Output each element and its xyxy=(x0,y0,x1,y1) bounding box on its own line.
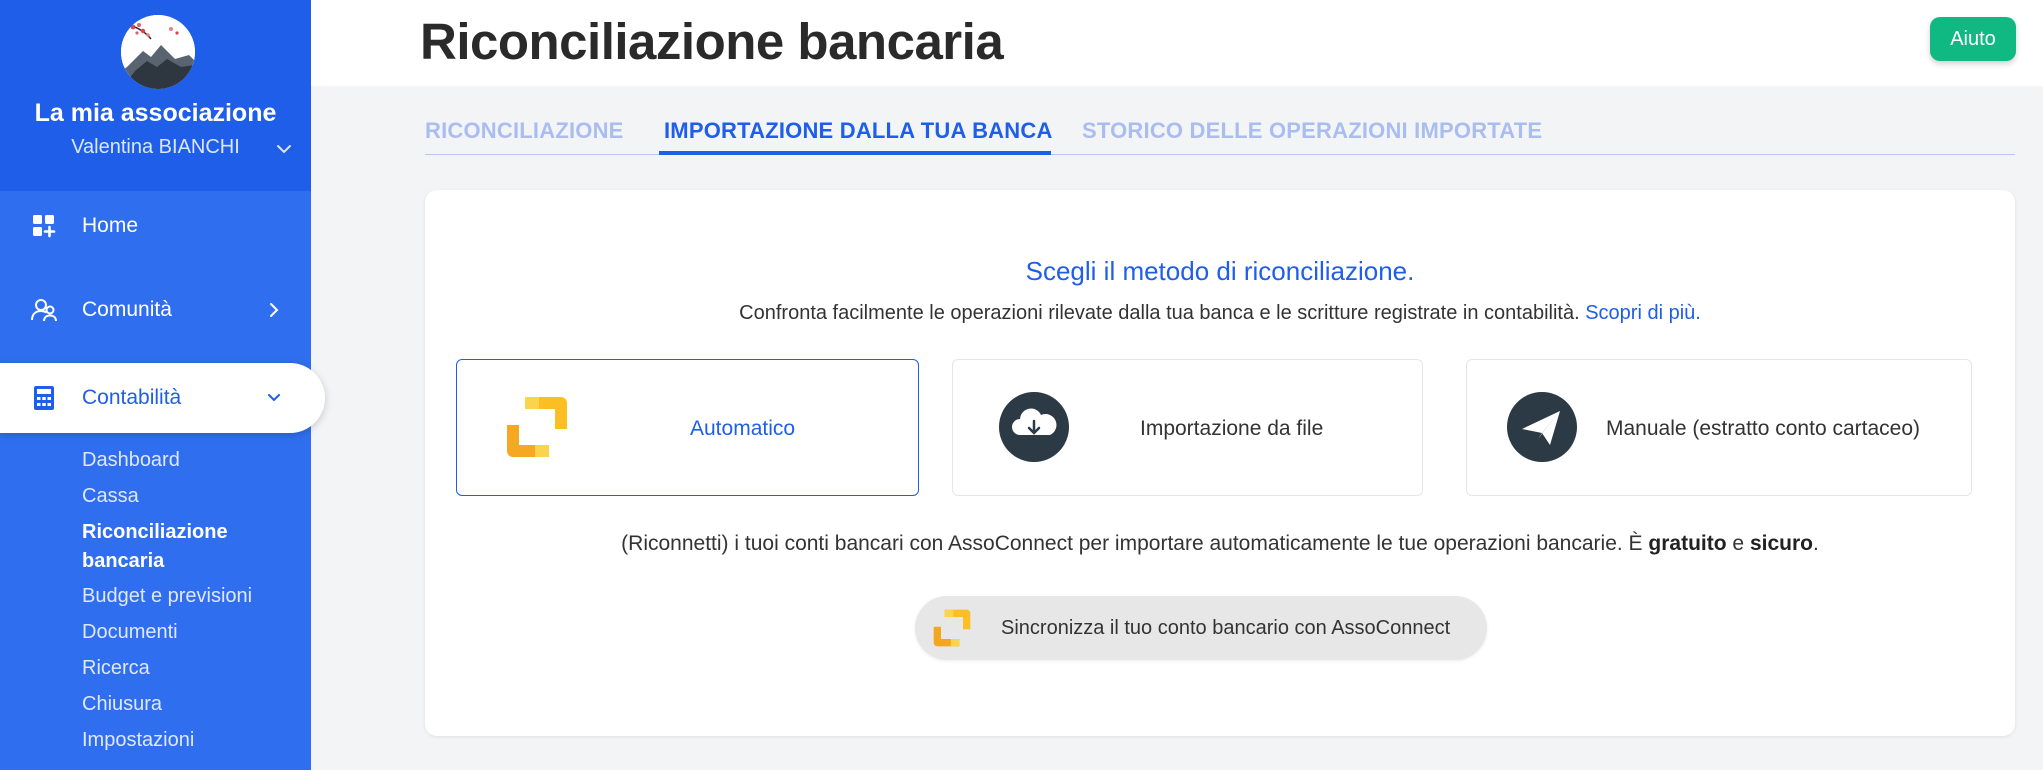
method-automatico-label: Automatico xyxy=(690,416,796,440)
submenu-item-budget[interactable]: Budget e previsioni xyxy=(82,582,252,611)
method-manuale[interactable]: Manuale (estratto conto cartaceo) xyxy=(1466,359,1972,496)
submenu-item-riconciliazione[interactable]: Riconciliazione xyxy=(82,518,228,547)
chevron-down-icon xyxy=(268,394,280,402)
help-button[interactable]: Aiuto xyxy=(1930,17,2016,61)
description-bold-free: gratuito xyxy=(1648,532,1727,555)
submenu-item-chiusura[interactable]: Chiusura xyxy=(82,690,162,719)
sync-arrows-icon xyxy=(933,609,971,647)
submenu-item-impostazioni[interactable]: Impostazioni xyxy=(82,726,194,755)
nav-item-home[interactable]: Home xyxy=(0,191,311,261)
tab-storico[interactable]: STORICO DELLE OPERAZIONI IMPORTATE xyxy=(1082,118,1542,144)
automatic-description: (Riconnetti) i tuoi conti bancari con As… xyxy=(425,532,2015,556)
user-name[interactable]: Valentina BIANCHI xyxy=(0,136,311,159)
card-title: Scegli il metodo di riconciliazione. xyxy=(1025,256,1415,286)
description-text: (Riconnetti) i tuoi conti bancari con As… xyxy=(621,532,1643,555)
method-manuale-label: Manuale (estratto conto cartaceo) xyxy=(1606,416,1920,440)
nav-label-home: Home xyxy=(82,214,139,237)
users-icon xyxy=(31,299,57,322)
method-automatico[interactable]: Automatico xyxy=(456,359,919,496)
organization-avatar[interactable] xyxy=(121,15,195,89)
card-subtitle: Confronta facilmente le operazioni rilev… xyxy=(425,302,2015,325)
submenu-item-dashboard[interactable]: Dashboard xyxy=(82,446,180,475)
sidebar-header: La mia associazione Valentina BIANCHI xyxy=(0,0,311,191)
submenu-item-ricerca[interactable]: Ricerca xyxy=(82,654,150,683)
sync-arrows-icon xyxy=(507,397,567,457)
description-bold-secure: sicuro xyxy=(1749,532,1813,555)
sidebar: La mia associazione Valentina BIANCHI Ho… xyxy=(0,0,325,770)
dashboard-grid-icon xyxy=(33,215,56,238)
submenu-item-cassa[interactable]: Cassa xyxy=(82,482,139,511)
calculator-icon xyxy=(34,386,54,410)
cloud-download-icon xyxy=(999,392,1069,462)
method-importazione-label: Importazione da file xyxy=(1140,416,1324,440)
nav-item-contabilita[interactable]: Contabilità xyxy=(0,363,325,433)
page-title: Riconciliazione bancaria xyxy=(420,13,1004,70)
tab-riconciliazione[interactable]: RICONCILIAZIONE xyxy=(425,118,624,144)
method-importazione-file[interactable]: Importazione da file xyxy=(952,359,1423,496)
submenu-item-documenti[interactable]: Documenti xyxy=(82,618,178,647)
card-subtitle-text: Confronta facilmente le operazioni rilev… xyxy=(739,302,1580,324)
chevron-right-icon xyxy=(270,303,279,317)
learn-more-link[interactable]: Scopri di più. xyxy=(1585,302,1701,324)
submenu-item-riconciliazione-cont[interactable]: bancaria xyxy=(82,547,164,576)
chevron-down-icon[interactable] xyxy=(275,140,293,158)
paper-plane-icon xyxy=(1507,392,1577,462)
nav-label-contabilita: Contabilità xyxy=(82,386,182,409)
description-and: e xyxy=(1732,532,1745,555)
description-end: . xyxy=(1812,532,1819,555)
active-tab-indicator xyxy=(659,151,1051,155)
tab-importazione[interactable]: IMPORTAZIONE DALLA TUA BANCA xyxy=(664,118,1053,144)
sync-button-label: Sincronizza il tuo conto bancario con As… xyxy=(1001,616,1451,639)
organization-name: La mia associazione xyxy=(34,99,277,127)
nav-item-comunita[interactable]: Comunità xyxy=(0,275,311,345)
sync-bank-account-button[interactable]: Sincronizza il tuo conto bancario con As… xyxy=(915,596,1487,660)
nav-label-comunita: Comunità xyxy=(82,298,172,321)
